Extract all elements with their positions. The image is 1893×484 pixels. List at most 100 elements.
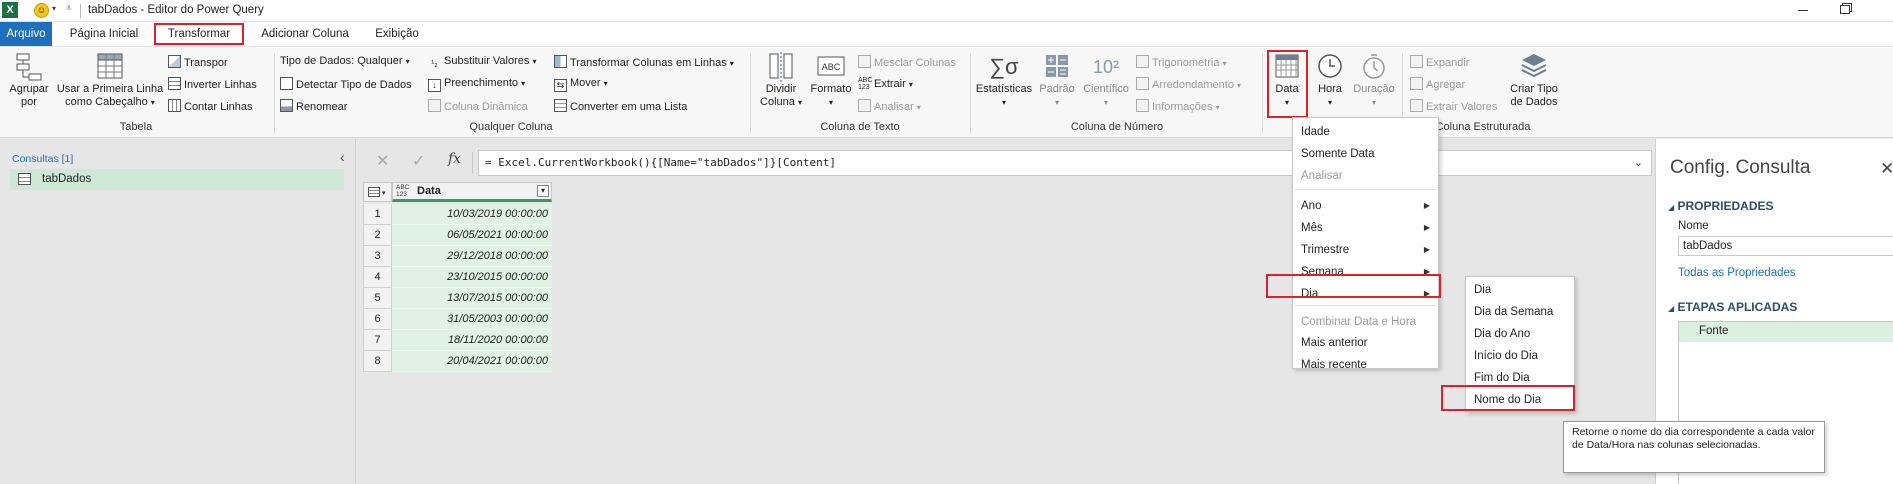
any-type-icon[interactable]: ABC 123 <box>396 184 409 198</box>
tab-transform[interactable]: Transformar <box>154 22 244 46</box>
group-by-button[interactable]: Agrupar por <box>4 51 54 109</box>
tab-file[interactable]: Arquivo <box>0 22 52 46</box>
date-menu-item[interactable]: Semana ▶ <box>1293 261 1438 283</box>
table-cell-date[interactable]: 29/12/2018 00:00:00 <box>392 246 552 267</box>
trigonometry-button[interactable]: Trigonometria ▾ <box>1136 55 1227 70</box>
formula-input[interactable]: = Excel.CurrentWorkbook(){[Name="tabDado… <box>478 150 1652 176</box>
day-submenu-item[interactable]: Fim do Dia <box>1466 367 1574 389</box>
count-rows-button[interactable]: Contar Linhas <box>168 99 253 114</box>
table-cell-date[interactable]: 10/03/2019 00:00:00 <box>392 204 552 225</box>
minimize-icon[interactable] <box>1798 10 1808 11</box>
properties-collapse-icon[interactable]: ◢ <box>1668 203 1674 212</box>
day-submenu-item[interactable]: Dia <box>1466 279 1574 301</box>
unpivot-button[interactable]: Transformar Colunas em Linhas ▾ <box>554 55 734 70</box>
replace-values-button[interactable]: ¹₂ Substituir Valores ▾ <box>428 55 536 70</box>
date-menu-item[interactable]: Ano ▶ <box>1293 195 1438 217</box>
duration-button[interactable]: Duração ▾ <box>1350 51 1398 109</box>
date-menu-item[interactable]: Somente Data <box>1293 143 1438 165</box>
parse-button[interactable]: Analisar ▾ <box>858 99 921 114</box>
tab-add-column[interactable]: Adicionar Coluna <box>250 22 360 46</box>
row-number[interactable]: 4 <box>363 267 392 288</box>
row-number[interactable]: 3 <box>363 246 392 267</box>
move-button[interactable]: ⇆ Mover ▾ <box>554 77 608 92</box>
row-number[interactable]: 7 <box>363 330 392 351</box>
day-submenu-item[interactable]: Nome do Dia <box>1466 389 1574 411</box>
rounding-button[interactable]: Arredondamento ▾ <box>1136 77 1241 92</box>
date-button[interactable]: Data ▾ <box>1268 51 1306 109</box>
steps-collapse-icon[interactable]: ◢ <box>1668 304 1674 313</box>
use-first-row-dropdown-icon[interactable]: ▾ <box>151 98 155 107</box>
rename-button[interactable]: Renomear <box>280 99 347 114</box>
table-cell-date[interactable]: 06/05/2021 00:00:00 <box>392 225 552 246</box>
collapse-pane-icon[interactable]: ‹ <box>340 149 345 165</box>
fill-button[interactable]: ↓ Preenchimento ▾ <box>428 77 525 92</box>
tab-home[interactable]: Página Inicial <box>58 22 150 46</box>
time-button[interactable]: Hora ▾ <box>1310 51 1350 109</box>
close-settings-icon[interactable]: ✕ <box>1880 159 1893 179</box>
query-name-input[interactable]: tabDados <box>1678 236 1893 256</box>
convert-to-list-button[interactable]: Converter em uma Lista <box>554 99 687 114</box>
create-data-type-label-1: Criar Tipo <box>1510 83 1558 95</box>
all-properties-link[interactable]: Todas as Propriedades <box>1678 267 1796 279</box>
restore-icon[interactable] <box>1840 5 1850 14</box>
reverse-rows-button[interactable]: Inverter Linhas <box>168 77 257 92</box>
table-cell-date[interactable]: 31/05/2003 00:00:00 <box>392 309 552 330</box>
formula-expand-icon[interactable]: ⌄ <box>1634 156 1643 169</box>
table-cell-date[interactable]: 23/10/2015 00:00:00 <box>392 267 552 288</box>
duration-label: Duração <box>1353 83 1395 95</box>
date-menu-item[interactable]: Mês ▶ <box>1293 217 1438 239</box>
create-data-type-button[interactable]: Criar Tipo de Dados <box>1504 51 1564 109</box>
date-menu-item[interactable]: Mais anterior <box>1293 332 1438 354</box>
customize-toolbar-icon[interactable]: ⩡ <box>66 3 72 14</box>
fx-icon[interactable]: fx <box>448 151 461 167</box>
day-submenu-item[interactable]: Dia do Ano <box>1466 323 1574 345</box>
transpose-button[interactable]: Transpor <box>168 55 228 70</box>
column-filter-icon[interactable]: ▾ <box>537 185 549 197</box>
statistics-button[interactable]: ∑σ Estatísticas ▾ <box>974 51 1034 109</box>
table-cell-date[interactable]: 13/07/2015 00:00:00 <box>392 288 552 309</box>
scientific-button[interactable]: 10² Científico ▾ <box>1080 51 1132 109</box>
aggregate-button[interactable]: Agregar <box>1410 77 1465 92</box>
day-submenu-item[interactable]: Dia da Semana <box>1466 301 1574 323</box>
row-number[interactable]: 8 <box>363 351 392 372</box>
count-rows-label: Contar Linhas <box>184 101 253 113</box>
date-menu-item[interactable]: Trimestre ▶ <box>1293 239 1438 261</box>
query-item[interactable]: tabDados <box>10 169 344 190</box>
row-number[interactable]: 5 <box>363 288 392 309</box>
ribbon-tab-bar: Arquivo Página Inicial Transformar Adici… <box>0 22 1893 46</box>
extract-button[interactable]: ABC 123 Extrair ▾ <box>858 77 913 91</box>
date-menu-item[interactable]: Mais recente <box>1293 354 1438 376</box>
smiley-feedback-icon[interactable]: ☺ <box>34 3 49 18</box>
row-number[interactable]: 1 <box>363 204 392 225</box>
applied-steps-header-text: ETAPAS APLICADAS <box>1677 300 1798 314</box>
row-number[interactable]: 6 <box>363 309 392 330</box>
formula-cancel-icon[interactable]: ✕ <box>376 151 389 171</box>
move-dropdown-icon: ▾ <box>603 79 608 88</box>
extract-values-button[interactable]: Extrair Valores <box>1410 99 1497 114</box>
date-menu-item[interactable]: Idade <box>1293 121 1438 143</box>
applied-step-item[interactable]: Fonte <box>1679 322 1893 342</box>
detect-type-button[interactable]: Detectar Tipo de Dados <box>280 77 412 92</box>
information-button[interactable]: Informações ▾ <box>1136 99 1220 114</box>
table-cell-date[interactable]: 20/04/2021 00:00:00 <box>392 351 552 372</box>
row-number[interactable]: 2 <box>363 225 392 246</box>
select-all-corner[interactable]: ▾ <box>363 182 392 202</box>
data-type-dropdown[interactable]: Tipo de Dados: Qualquer ▾ <box>280 55 410 68</box>
submenu-arrow-icon: ▶ <box>1423 289 1430 298</box>
use-first-row-button[interactable]: Usar a Primeira Linha como Cabeçalho ▾ <box>54 51 166 109</box>
pivot-column-button[interactable]: Coluna Dinâmica <box>428 99 528 114</box>
formula-confirm-icon[interactable]: ✓ <box>412 151 425 171</box>
trigonometry-dropdown-icon: ▾ <box>1222 59 1227 68</box>
merge-columns-button[interactable]: Mesclar Colunas <box>858 55 956 70</box>
table-cell-date[interactable]: 18/11/2020 00:00:00 <box>392 330 552 351</box>
format-button[interactable]: ABC Formato ▾ <box>806 51 856 109</box>
table-menu-icon[interactable] <box>368 187 380 197</box>
day-submenu-item[interactable]: Início do Dia <box>1466 345 1574 367</box>
expand-button[interactable]: Expandir <box>1410 55 1469 70</box>
column-header-data[interactable]: ABC 123 Data ▾ <box>392 182 552 202</box>
tab-view[interactable]: Exibição <box>364 22 430 46</box>
quick-access-dropdown-icon[interactable]: ▾ <box>52 4 56 13</box>
standard-button[interactable]: Padrão ▾ <box>1034 51 1080 109</box>
date-menu-item[interactable]: Dia ▶ <box>1293 283 1438 305</box>
split-column-button[interactable]: Dividir Coluna ▾ <box>756 51 806 109</box>
